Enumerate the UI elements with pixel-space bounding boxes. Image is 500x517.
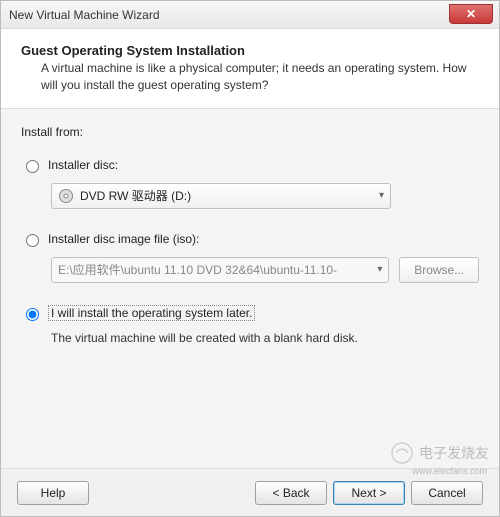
next-button[interactable]: Next > [333,481,405,505]
back-button-label: < Back [272,486,309,500]
option-iso-file: Installer disc image file (iso): E:\应用软件… [21,231,479,283]
radio-installer-disc-input[interactable] [26,160,39,173]
iso-path-combobox[interactable]: E:\应用软件\ubuntu 11.10 DVD 32&64\ubuntu-11… [51,257,389,283]
radio-installer-disc[interactable]: Installer disc: [21,157,479,173]
radio-install-later-label: I will install the operating system late… [48,305,255,321]
option-installer-disc: Installer disc: DVD RW 驱动器 (D:) ▾ [21,157,479,209]
chevron-down-icon: ▾ [377,264,382,275]
next-button-label: Next > [351,486,386,500]
iso-path-value: E:\应用软件\ubuntu 11.10 DVD 32&64\ubuntu-11… [58,261,371,278]
install-from-label: Install from: [21,125,479,139]
browse-button-label: Browse... [414,263,464,277]
header-panel: Guest Operating System Installation A vi… [1,29,499,109]
chevron-down-icon: ▾ [379,190,384,201]
back-button[interactable]: < Back [255,481,327,505]
browse-button[interactable]: Browse... [399,257,479,283]
radio-install-later-input[interactable] [26,308,39,321]
install-later-description: The virtual machine will be created with… [51,331,479,345]
radio-iso-input[interactable] [26,234,39,247]
cancel-button[interactable]: Cancel [411,481,483,505]
wizard-window: New Virtual Machine Wizard ✕ Guest Opera… [0,0,500,517]
body-panel: Install from: Installer disc: DVD RW 驱动器… [1,109,499,468]
close-button[interactable]: ✕ [449,4,493,24]
close-icon: ✕ [466,7,476,21]
option-install-later: I will install the operating system late… [21,305,479,345]
help-button[interactable]: Help [17,481,89,505]
radio-iso[interactable]: Installer disc image file (iso): [21,231,479,247]
help-button-label: Help [41,486,66,500]
window-title: New Virtual Machine Wizard [9,8,449,22]
radio-install-later[interactable]: I will install the operating system late… [21,305,479,321]
page-description: A virtual machine is like a physical com… [41,60,479,94]
radio-iso-label: Installer disc image file (iso): [48,232,199,246]
disc-drive-dropdown[interactable]: DVD RW 驱动器 (D:) ▾ [51,183,391,209]
radio-installer-disc-label: Installer disc: [48,158,118,172]
disc-drive-value: DVD RW 驱动器 (D:) [80,187,373,204]
page-title: Guest Operating System Installation [21,43,479,58]
cancel-button-label: Cancel [428,486,465,500]
disc-icon [58,188,74,204]
footer-panel: Help < Back Next > Cancel [1,468,499,516]
titlebar: New Virtual Machine Wizard ✕ [1,1,499,29]
